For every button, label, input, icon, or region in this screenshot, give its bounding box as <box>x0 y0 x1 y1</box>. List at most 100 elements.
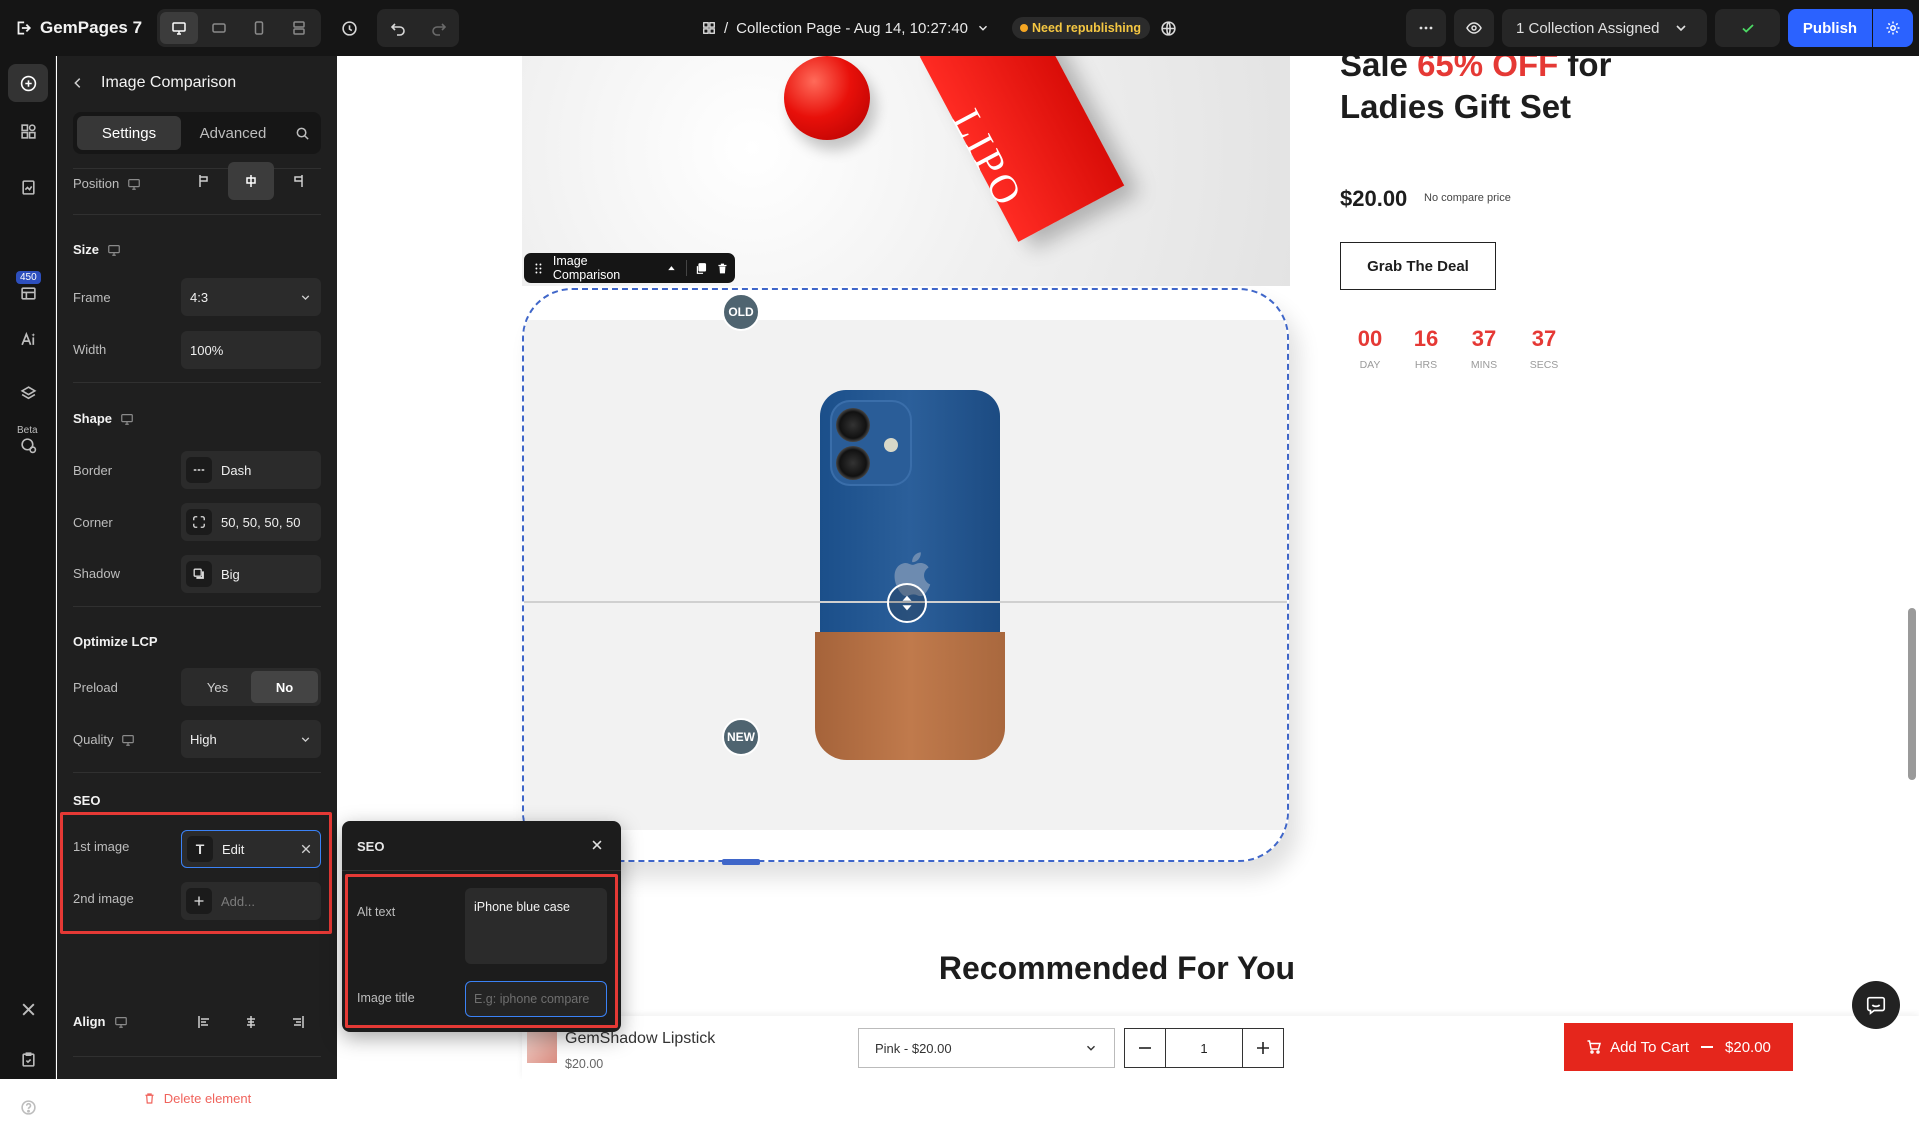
product-headline: Sale 65% OFF for Ladies Gift Set <box>1340 56 1612 125</box>
layout-view-button[interactable] <box>280 12 318 44</box>
redo-button[interactable] <box>418 9 459 47</box>
duplicate-icon[interactable] <box>695 262 708 275</box>
help-button[interactable] <box>8 1088 48 1126</box>
tablet-icon <box>212 23 226 33</box>
divider <box>342 870 621 871</box>
quantity-stepper: 1 <box>1124 1028 1284 1068</box>
settings-panel: Image Comparison Settings Advanced Posit… <box>57 56 337 1106</box>
variant-select[interactable]: Pink - $20.00 <box>858 1028 1115 1068</box>
align-selector <box>181 1003 321 1041</box>
preview-button[interactable] <box>1454 9 1494 47</box>
tab-settings[interactable]: Settings <box>77 116 181 150</box>
desktop-icon <box>172 22 186 35</box>
align-right-icon <box>294 175 304 187</box>
frame-select[interactable]: 4:3 <box>181 278 321 316</box>
frame-value: 4:3 <box>190 289 209 305</box>
image-title-label: Image title <box>357 991 415 1005</box>
canvas-scrollbar[interactable] <box>1908 608 1916 780</box>
align-right-button[interactable] <box>276 1003 321 1041</box>
delete-element-button[interactable]: Delete element <box>57 1091 337 1106</box>
exit-icon <box>17 21 32 35</box>
align-right-icon <box>293 1016 305 1028</box>
publish-settings-button[interactable] <box>1873 9 1913 47</box>
add-element-button[interactable] <box>8 64 48 102</box>
trash-icon <box>145 1093 154 1104</box>
caret-up-icon[interactable] <box>665 262 678 275</box>
language-button[interactable] <box>1149 9 1187 47</box>
width-input[interactable]: 100% <box>181 331 321 369</box>
close-icon[interactable] <box>300 843 312 855</box>
old-label-chip: OLD <box>722 293 760 331</box>
more-icon <box>1419 26 1433 30</box>
size-section-title: Size <box>73 242 121 257</box>
second-image-seo-button[interactable]: Add... <box>181 882 321 920</box>
x-social-button[interactable] <box>8 990 48 1028</box>
mobile-view-button[interactable] <box>240 12 278 44</box>
grab-deal-button[interactable]: Grab The Deal <box>1340 242 1496 290</box>
history-button[interactable] <box>330 9 368 47</box>
preload-yes-option[interactable]: Yes <box>184 671 251 703</box>
collection-assign-dropdown[interactable]: 1 Collection Assigned <box>1502 9 1707 47</box>
page-selector[interactable]: / Collection Page - Aug 14, 10:27:40 <box>702 0 990 56</box>
pages-button[interactable] <box>8 168 48 206</box>
tasks-button[interactable] <box>8 1040 48 1078</box>
tablet-landscape-button[interactable] <box>200 12 238 44</box>
chevron-down-icon <box>1087 1045 1095 1051</box>
position-right-button[interactable] <box>276 162 321 200</box>
drag-handle-icon[interactable] <box>532 262 545 275</box>
preload-no-option[interactable]: No <box>251 671 318 703</box>
publish-button[interactable]: Publish <box>1788 9 1872 47</box>
saved-check-button[interactable] <box>1715 9 1780 47</box>
comparison-drag-handle[interactable] <box>887 583 927 623</box>
device-switcher <box>157 9 321 47</box>
align-left-button[interactable] <box>181 1003 226 1041</box>
position-left-button[interactable] <box>181 162 226 200</box>
tab-advanced[interactable]: Advanced <box>181 116 285 150</box>
position-center-button[interactable] <box>228 162 274 200</box>
mobile-icon <box>254 21 264 35</box>
clipboard-icon <box>21 1051 35 1067</box>
ai-button[interactable] <box>8 320 48 358</box>
align-left-icon <box>197 1016 209 1028</box>
desktop-icon <box>122 734 135 746</box>
border-select[interactable]: Dash <box>181 451 321 489</box>
clock-icon <box>341 20 357 36</box>
desktop-icon <box>121 413 133 425</box>
element-toolbar-label[interactable]: Image Comparison <box>553 254 658 282</box>
plus-circle-icon <box>20 75 36 91</box>
add-to-cart-button[interactable]: Add To Cart $20.00 <box>1564 1023 1793 1071</box>
chevron-down-icon <box>301 294 310 300</box>
close-icon[interactable] <box>590 838 604 852</box>
quantity-increase-button[interactable] <box>1243 1029 1283 1067</box>
desktop-view-button[interactable] <box>160 12 198 44</box>
sections-button[interactable] <box>8 112 48 150</box>
quantity-value[interactable]: 1 <box>1165 1029 1243 1067</box>
undo-button[interactable] <box>377 9 418 47</box>
panel-search-button[interactable] <box>287 116 317 150</box>
width-value: 100% <box>190 342 224 358</box>
app-brand[interactable]: GemPages 7 <box>14 0 142 56</box>
align-center-button[interactable] <box>228 1003 273 1041</box>
library-button[interactable] <box>8 278 48 308</box>
new-label-chip: NEW <box>722 718 760 756</box>
layers-button[interactable] <box>8 374 48 412</box>
image-title-input[interactable] <box>465 981 607 1017</box>
theme-button[interactable] <box>8 430 48 460</box>
toolbar-separator <box>686 260 688 276</box>
corner-input[interactable]: 50, 50, 50, 50 <box>181 503 321 541</box>
panel-tabs: Settings Advanced <box>73 112 321 154</box>
selection-resize-handle[interactable] <box>722 859 760 865</box>
more-options-button[interactable] <box>1406 9 1446 47</box>
border-label: Border <box>73 463 113 478</box>
quality-select[interactable]: High <box>181 720 321 758</box>
alt-text-field[interactable]: iPhone blue case <box>465 888 607 964</box>
first-image-seo-button[interactable]: T Edit <box>181 830 321 868</box>
preload-label: Preload <box>73 680 118 695</box>
shadow-select[interactable]: Big <box>181 555 321 593</box>
trash-icon[interactable] <box>716 262 729 275</box>
back-chevron-icon[interactable] <box>71 76 85 90</box>
image-comparison[interactable] <box>522 288 1289 862</box>
sticky-product-price: $20.00 <box>565 1057 604 1071</box>
chat-support-button[interactable] <box>1852 981 1900 1029</box>
quantity-decrease-button[interactable] <box>1125 1029 1165 1067</box>
